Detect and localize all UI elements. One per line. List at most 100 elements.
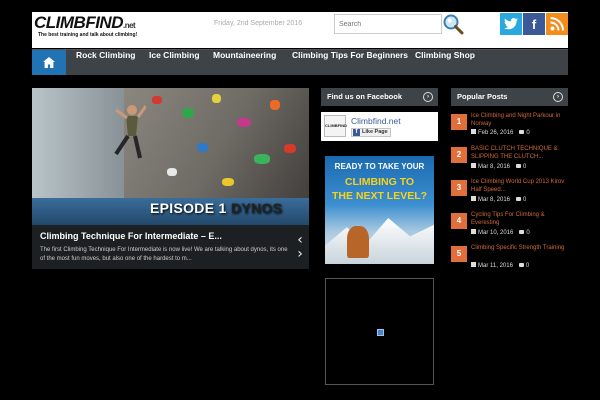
wall-hold [237,118,251,127]
post-title[interactable]: Ice Climbing World Cup 2013 Kirov Half S… [471,178,568,194]
post-date: Mar 8, 2016 [478,164,511,170]
post-date: Mar 10, 2016 [478,230,514,236]
search-input[interactable] [334,14,442,34]
comment-icon [519,130,525,134]
ad-mountain-image [325,218,434,264]
empty-widget-frame [325,278,434,385]
facebook-button[interactable]: f [523,13,545,35]
comment-count: 0 [525,263,530,269]
facebook-page-thumbnail[interactable]: CLIMBFIND [324,115,347,137]
home-icon [43,57,55,68]
site-header: CLIMBFIND.net The best training and talk… [32,12,568,48]
arrow-right-icon[interactable]: › [423,92,433,102]
wall-hold [152,96,162,104]
ad-headline-3: THE NEXT LEVEL? [331,190,428,202]
facebook-like-button[interactable]: f Like Page [351,128,391,137]
calendar-icon [471,262,476,267]
wall-hold [254,154,270,164]
site-logo[interactable]: CLIMBFIND.net The best training and talk… [34,14,146,46]
comment-icon [516,197,522,201]
wall-hold [222,178,234,186]
current-date: Friday, 2nd September 2016 [214,20,303,27]
post-title[interactable]: Ice Climbing and Night Parkour in Norway [471,112,568,128]
nav-mountaineering[interactable]: Mountaineering [213,50,276,75]
popular-post-item[interactable]: 5 Climbing Specific Strength Training Ma… [451,244,568,274]
slide-prev-button[interactable]: ‹ [294,233,306,247]
post-meta: Mar 10, 2016 0 [471,229,530,236]
post-date: Feb 26, 2016 [478,130,514,136]
facebook-icon: f [353,129,360,136]
climber-figure [114,105,146,159]
slide-image[interactable]: EPISODE 1 DYNOS [32,88,309,225]
main-navigation: Rock Climbing Ice Climbing Mountaineerin… [32,49,568,75]
wall-hold [167,168,177,176]
facebook-widget-heading: Find us on Facebook › [321,88,438,106]
ad-headline: READY TO TAKE YOUR [334,162,425,171]
post-meta: Mar 8, 2016 0 [471,163,526,170]
site-tagline: The best training and talk about climbin… [38,32,138,38]
nav-climbing-tips[interactable]: Climbing Tips For Beginners [292,50,408,75]
featured-slider[interactable]: EPISODE 1 DYNOS Climbing Technique For I… [32,88,309,269]
wall-hold [212,94,221,103]
comment-icon [519,230,525,234]
wall-hold [182,108,194,118]
comment-icon [516,164,522,168]
popular-post-item[interactable]: 2 BASIC CLUTCH TECHNIQUE & SLIPPING THE … [451,145,568,175]
slide-excerpt: The first Climbing Technique For Interme… [40,247,288,262]
slide-next-button[interactable]: › [294,246,306,262]
post-meta: Mar 11, 2016 0 [471,262,529,269]
ad-climber-image [347,226,369,258]
popular-posts-title: Popular Posts [457,92,508,101]
twitter-button[interactable] [500,13,522,35]
post-title[interactable]: Cycling Tips For Climbing & Everesting [471,211,568,227]
advert-banner[interactable]: READY TO TAKE YOUR CLIMBING TO THE NEXT … [325,156,434,264]
facebook-page-box: CLIMBFIND Climbfind.net f Like Page [321,112,438,141]
facebook-widget-title: Find us on Facebook [327,92,403,101]
calendar-icon [471,229,476,234]
nav-climbing-shop[interactable]: Climbing Shop [415,50,475,75]
ad-headline-2: CLIMBING TO [344,176,415,188]
twitter-icon [504,18,518,30]
slide-episode-overlay: EPISODE 1 DYNOS [150,200,283,216]
post-title[interactable]: Climbing Specific Strength Training [471,244,568,252]
facebook-page-name[interactable]: Climbfind.net [351,116,401,126]
like-button-label: Like Page [362,129,388,135]
wall-hold [270,100,280,110]
nav-ice-climbing[interactable]: Ice Climbing [149,50,200,75]
post-rank: 2 [451,147,467,163]
comment-count: 0 [523,197,527,203]
wall-hold [197,143,208,152]
post-meta: Feb 26, 2016 0 [471,129,530,136]
nav-home-button[interactable] [32,50,66,75]
comment-icon [518,263,524,267]
comment-count: 0 [526,230,530,236]
popular-post-item[interactable]: 3 Ice Climbing World Cup 2013 Kirov Half… [451,178,568,208]
post-rank: 4 [451,213,467,229]
comment-count: 0 [523,164,527,170]
broken-image-icon [377,329,384,336]
search-button[interactable] [442,13,464,35]
rss-icon [550,17,564,31]
calendar-icon [471,163,476,168]
post-rank: 3 [451,180,467,196]
popular-post-item[interactable]: 4 Cycling Tips For Climbing & Everesting… [451,211,568,241]
facebook-icon: f [531,16,537,32]
popular-post-item[interactable]: 1 Ice Climbing and Night Parkour in Norw… [451,112,568,142]
popular-posts-heading: Popular Posts › [451,88,568,106]
slide-title[interactable]: Climbing Technique For Intermediate – E.… [40,231,222,241]
rss-button[interactable] [546,13,568,35]
search-icon [443,14,464,35]
calendar-icon [471,196,476,201]
post-rank: 1 [451,114,467,130]
post-date: Mar 8, 2016 [478,197,511,203]
post-date: Mar 11, 2016 [478,263,513,269]
post-meta: Mar 8, 2016 0 [471,196,526,203]
nav-rock-climbing[interactable]: Rock Climbing [76,50,136,75]
wall-hold [284,144,296,153]
comment-count: 0 [526,130,530,136]
chevron-right-icon: › [297,246,303,262]
arrow-right-icon[interactable]: › [553,92,563,102]
calendar-icon [471,129,476,134]
post-rank: 5 [451,246,467,262]
post-title[interactable]: BASIC CLUTCH TECHNIQUE & SLIPPING THE CL… [471,145,568,161]
